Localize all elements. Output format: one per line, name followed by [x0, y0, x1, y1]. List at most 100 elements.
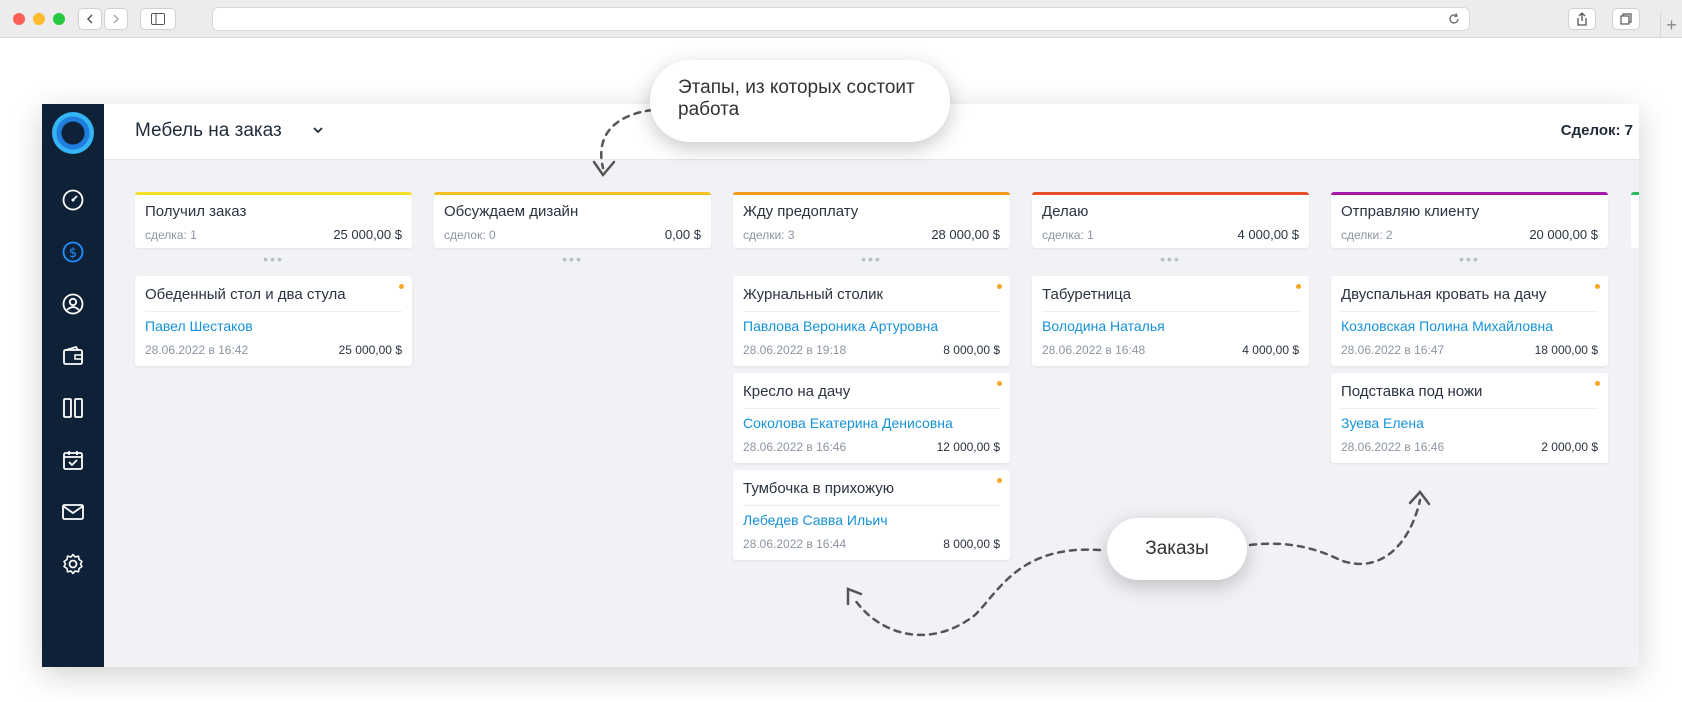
divider [1042, 311, 1299, 312]
callout-orders: Заказы [1107, 518, 1247, 580]
stage-column: Отправляю клиенту сделки: 2 20 000,00 $ •••… [1331, 192, 1608, 470]
reload-icon[interactable] [1447, 12, 1461, 26]
more-icon[interactable]: ••• [1331, 248, 1608, 276]
minimize-window-button[interactable] [33, 13, 45, 25]
browser-toolbar: + [0, 0, 1682, 38]
client-link[interactable]: Павлова Вероника Артуровна [743, 318, 938, 334]
deal-amount: 25 000,00 $ [338, 343, 402, 357]
deal-card[interactable]: Обеденный стол и два стула Павел Шестаков… [135, 276, 412, 366]
deal-date: 28.06.2022 в 16:42 [145, 343, 249, 357]
status-dot [1296, 284, 1301, 289]
status-dot [997, 478, 1002, 483]
stage-total: 25 000,00 $ [333, 227, 402, 242]
stage-header[interactable]: Отправляю клиенту сделки: 2 20 000,00 $ [1331, 192, 1608, 248]
deal-card[interactable]: Подставка под ножи Зуева Елена 28.06.2022 … [1331, 373, 1608, 463]
user-icon[interactable] [61, 292, 85, 316]
status-dot [399, 284, 404, 289]
stage-name: Отправляю клиенту [1341, 203, 1480, 220]
sidebar-toggle-button[interactable] [140, 8, 176, 30]
client-link[interactable]: Зуева Елена [1341, 415, 1424, 431]
status-dot [997, 381, 1002, 386]
more-icon[interactable]: ••• [733, 248, 1010, 276]
divider [743, 311, 1000, 312]
stage-header[interactable]: Получил заказ сделка: 1 25 000,00 $ [135, 192, 412, 248]
tabs-icon [1620, 13, 1632, 25]
status-dot [1595, 284, 1600, 289]
divider [1341, 408, 1598, 409]
client-link[interactable]: Козловская Полина Михайловна [1341, 318, 1553, 334]
stage-column: Обсуждаем дизайн сделок: 0 0,00 $ ••• [434, 192, 711, 276]
stage-deal-count: сделки: 3 [743, 228, 795, 242]
deal-card[interactable]: Журнальный столик Павлова Вероника Артуро… [733, 276, 1010, 366]
share-button[interactable] [1568, 8, 1596, 30]
more-icon[interactable]: ••• [434, 248, 711, 276]
new-tab-button[interactable]: + [1660, 12, 1682, 38]
maximize-window-button[interactable] [53, 13, 65, 25]
chevron-down-icon[interactable] [310, 122, 326, 138]
status-dot [1595, 381, 1600, 386]
deal-date: 28.06.2022 в 16:48 [1042, 343, 1146, 357]
deal-card[interactable]: Кресло на дачу Соколова Екатерина Денисов… [733, 373, 1010, 463]
kanban-icon[interactable] [61, 396, 85, 420]
stage-total: 0,00 $ [664, 227, 701, 242]
divider [743, 408, 1000, 409]
deal-title: Кресло на дачу [743, 383, 851, 400]
settings-icon[interactable] [61, 552, 85, 576]
client-link[interactable]: Володина Наталья [1042, 318, 1165, 334]
board-title[interactable]: Мебель на заказ [135, 120, 282, 142]
stage-total: 20 000,00 $ [1529, 227, 1598, 242]
close-window-button[interactable] [13, 13, 25, 25]
deal-date: 28.06.2022 в 16:47 [1341, 343, 1445, 357]
deal-amount: 2 000,00 $ [1541, 440, 1598, 454]
deal-title: Обеденный стол и два стула [145, 286, 346, 303]
stage-header[interactable]: Делаю сделка: 1 4 000,00 $ [1032, 192, 1309, 248]
stage-column: Получил заказ сделка: 1 25 000,00 $ ••• Обед… [135, 192, 412, 373]
forward-button[interactable] [104, 8, 128, 30]
share-icon [1577, 12, 1587, 26]
more-icon[interactable]: ••• [135, 248, 412, 276]
stage-name: Жду предоплату [743, 203, 859, 220]
back-button[interactable] [78, 8, 102, 30]
dollar-icon[interactable]: $ [61, 240, 85, 264]
stage-header[interactable]: Обсуждаем дизайн сделок: 0 0,00 $ [434, 192, 711, 248]
deal-title: Подставка под ножи [1341, 383, 1483, 400]
deal-card[interactable]: Двуспальная кровать на дачу Козловская По… [1331, 276, 1608, 366]
deal-title: Двуспальная кровать на дачу [1341, 286, 1547, 303]
address-bar[interactable] [212, 7, 1470, 31]
deal-card[interactable]: Табуретница Володина Наталья 28.06.2022 в … [1032, 276, 1309, 366]
mail-icon[interactable] [61, 500, 85, 524]
deal-date: 28.06.2022 в 16:46 [743, 440, 847, 454]
stage-column: Жду предоплату сделки: 3 28 000,00 $ ••• Жур… [733, 192, 1010, 567]
stage-total: 4 000,00 $ [1237, 227, 1299, 242]
chevron-right-icon [113, 14, 120, 24]
deals-count: Сделок: 7 [1560, 122, 1633, 139]
dashboard-icon[interactable] [61, 188, 85, 212]
more-icon[interactable]: ••• [1032, 248, 1309, 276]
calendar-icon[interactable] [61, 448, 85, 472]
deal-amount: 18 000,00 $ [1534, 343, 1598, 357]
stage-deal-count: сделка: 1 [145, 228, 197, 242]
callout-stages: Этапы, из которых состоит работа [650, 60, 950, 142]
wallet-icon[interactable] [61, 344, 85, 368]
stage-deal-count: сделок: 0 [444, 228, 496, 242]
deal-date: 28.06.2022 в 16:44 [743, 537, 847, 551]
deal-date: 28.06.2022 в 16:46 [1341, 440, 1445, 454]
client-link[interactable]: Лебедев Савва Ильич [743, 512, 888, 528]
deal-card[interactable]: Тумбочка в прихожую Лебедев Савва Ильич 28… [733, 470, 1010, 560]
client-link[interactable]: Павел Шестаков [145, 318, 253, 334]
divider [1341, 311, 1598, 312]
deal-title: Табуретница [1042, 286, 1132, 303]
chevron-left-icon [86, 14, 93, 24]
deal-title: Журнальный столик [743, 286, 884, 303]
deal-amount: 4 000,00 $ [1242, 343, 1299, 357]
tabs-overview-button[interactable] [1612, 8, 1640, 30]
stage-deal-count: сделки: 2 [1341, 228, 1393, 242]
client-link[interactable]: Соколова Екатерина Денисовна [743, 415, 953, 431]
stage-total: 28 000,00 $ [931, 227, 1000, 242]
sidebar-icon [151, 13, 165, 25]
divider [145, 311, 402, 312]
app-logo[interactable] [52, 112, 94, 154]
sidebar: $ [42, 104, 104, 667]
stage-header[interactable]: Жду предоплату сделки: 3 28 000,00 $ [733, 192, 1010, 248]
svg-text:$: $ [69, 246, 77, 261]
